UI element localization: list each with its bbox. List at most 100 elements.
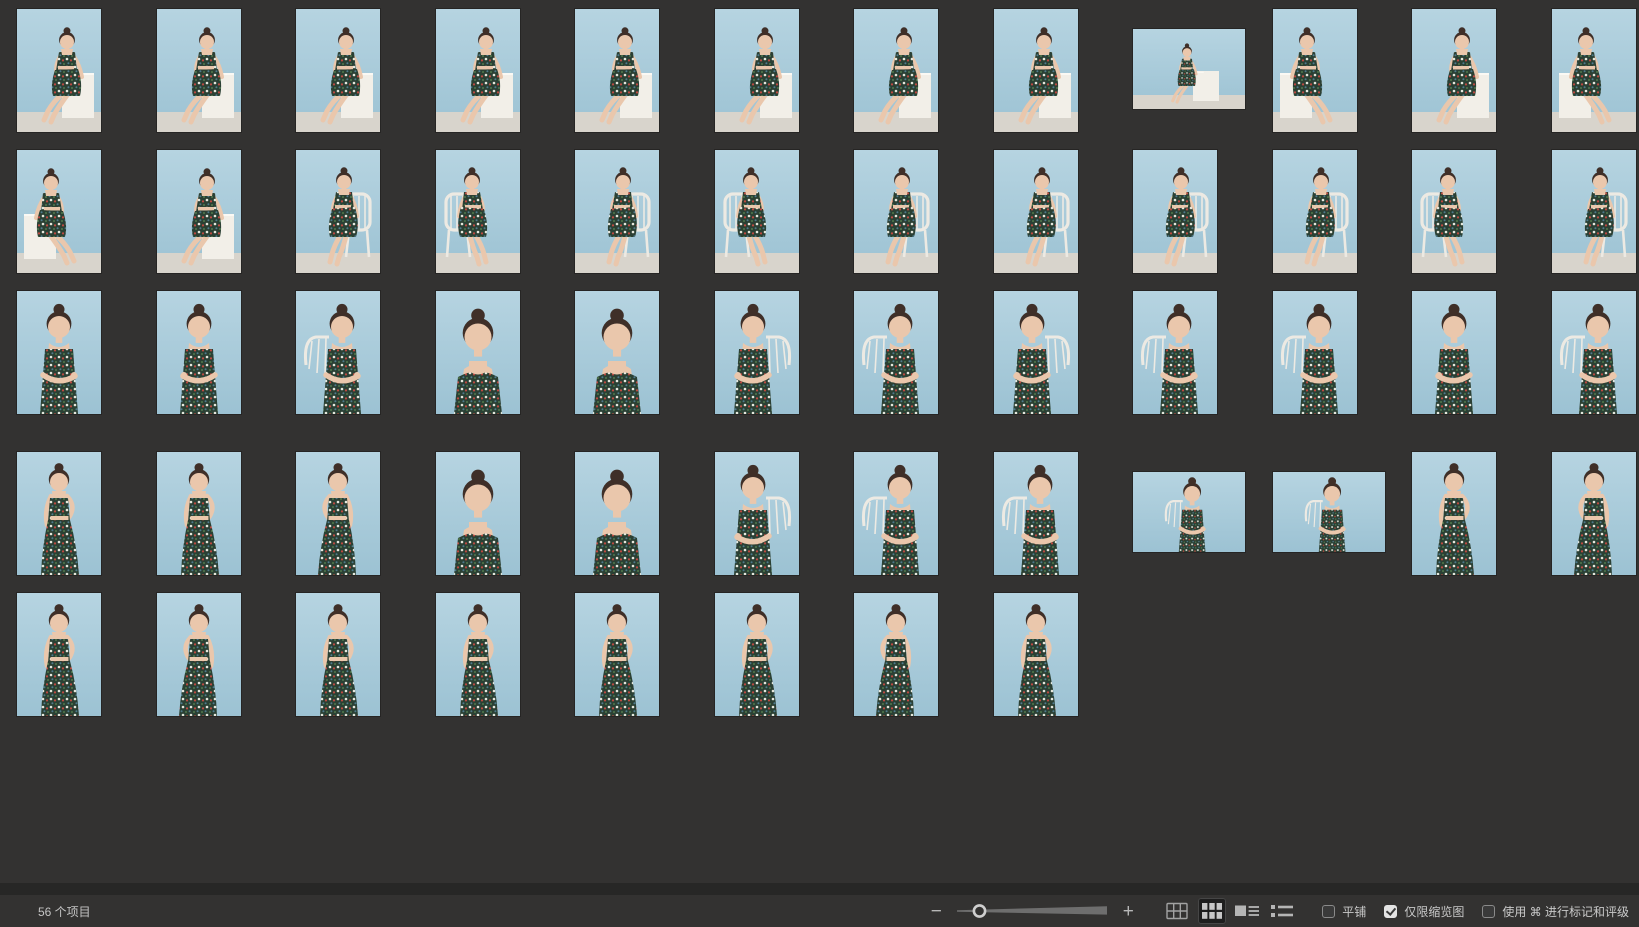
photo-thumbnail[interactable] [1412,9,1496,132]
photo-thumbnail[interactable] [296,291,380,414]
checkbox [1482,905,1495,918]
photo-thumbnail[interactable] [994,9,1078,132]
zoom-out-button[interactable]: − [927,902,945,921]
photo-figure [854,593,938,716]
photo-thumbnail[interactable] [296,593,380,716]
photo-thumbnail[interactable] [1273,472,1385,552]
photo-thumbnail[interactable] [575,9,659,132]
photo-figure [854,291,938,414]
photo-figure [436,9,520,132]
photo-thumbnail[interactable] [994,452,1078,575]
photo-figure [575,291,659,414]
photo-thumbnail[interactable] [1552,9,1636,132]
photo-figure [296,291,380,414]
status-bar: 56 个项目 − + [0,895,1639,927]
details-view-icon [1235,903,1259,919]
photo-thumbnail[interactable] [157,593,241,716]
photo-figure [1552,9,1636,132]
photo-thumbnail[interactable] [436,593,520,716]
photo-thumbnail[interactable] [1133,29,1245,109]
photo-thumbnail[interactable] [854,9,938,132]
photo-figure [715,9,799,132]
checkbox-label: 平铺 [1342,903,1366,920]
photo-thumbnail[interactable] [436,9,520,132]
zoom-in-button[interactable]: + [1119,902,1137,921]
photo-thumbnail[interactable] [17,593,101,716]
photo-figure [157,291,241,414]
photo-thumbnail[interactable] [157,9,241,132]
grid-view-button[interactable] [1163,898,1191,924]
photo-figure [157,9,241,132]
photo-thumbnail[interactable] [994,291,1078,414]
statusbar-options: 平铺 仅限缩览图 使用 ⌘ 进行标记和评级 [1322,903,1629,920]
option-checkbox-group[interactable]: 仅限缩览图 [1384,903,1464,920]
photo-thumbnail[interactable] [715,150,799,273]
photo-figure [1412,150,1496,273]
photo-thumbnail[interactable] [436,452,520,575]
photo-figure [575,593,659,716]
photo-thumbnail[interactable] [854,150,938,273]
photo-thumbnail[interactable] [715,9,799,132]
photo-thumbnail[interactable] [17,150,101,273]
details-view-button[interactable] [1233,898,1261,924]
photo-thumbnail[interactable] [1133,291,1217,414]
photo-figure [994,593,1078,716]
photo-thumbnail[interactable] [17,9,101,132]
zoom-slider-knob[interactable] [974,905,985,916]
photo-thumbnail[interactable] [715,452,799,575]
photo-thumbnail[interactable] [1552,150,1636,273]
checkbox [1384,905,1397,918]
photo-thumbnail[interactable] [296,150,380,273]
photo-thumbnail[interactable] [1273,291,1357,414]
photo-thumbnail[interactable] [575,150,659,273]
photo-thumbnail[interactable] [296,452,380,575]
list-view-icon [1271,904,1293,918]
photo-thumbnail[interactable] [1133,472,1245,552]
photo-thumbnail[interactable] [157,452,241,575]
thumbnails-view-button[interactable] [1198,898,1226,924]
photo-thumbnail[interactable] [854,593,938,716]
zoom-slider[interactable] [957,901,1107,921]
photo-figure [17,593,101,716]
photo-thumbnail[interactable] [1273,9,1357,132]
thumbnail-grid [0,0,1639,883]
photo-thumbnail[interactable] [1412,452,1496,575]
photo-thumbnail[interactable] [436,150,520,273]
photo-thumbnail[interactable] [1412,150,1496,273]
photo-thumbnail[interactable] [1273,150,1357,273]
photo-thumbnail[interactable] [436,291,520,414]
list-view-button[interactable] [1268,898,1296,924]
photo-thumbnail[interactable] [1552,291,1636,414]
photo-figure [575,150,659,273]
option-checkbox-group[interactable]: 平铺 [1322,903,1366,920]
photo-thumbnail[interactable] [854,291,938,414]
photo-figure [296,452,380,575]
photo-thumbnail[interactable] [17,452,101,575]
photo-thumbnail[interactable] [715,291,799,414]
photo-figure [436,150,520,273]
photo-thumbnail[interactable] [715,593,799,716]
photo-thumbnail[interactable] [17,291,101,414]
photo-figure [1412,291,1496,414]
photo-figure [296,9,380,132]
photo-thumbnail[interactable] [1133,150,1217,273]
photo-figure [17,150,101,273]
photo-figure [715,452,799,575]
photo-thumbnail[interactable] [854,452,938,575]
photo-thumbnail[interactable] [1412,291,1496,414]
thumbnails-view-icon [1202,903,1222,919]
item-count-label: 56 个项目 [38,903,91,920]
option-checkbox-group[interactable]: 使用 ⌘ 进行标记和评级 [1482,903,1629,920]
photo-thumbnail[interactable] [575,452,659,575]
photo-thumbnail[interactable] [157,291,241,414]
photo-figure [1133,150,1217,273]
photo-figure [994,452,1078,575]
photo-thumbnail[interactable] [994,150,1078,273]
photo-thumbnail[interactable] [1552,452,1636,575]
photo-thumbnail[interactable] [575,593,659,716]
photo-thumbnail[interactable] [296,9,380,132]
photo-thumbnail[interactable] [994,593,1078,716]
photo-thumbnail[interactable] [575,291,659,414]
photo-figure [1273,150,1357,273]
photo-thumbnail[interactable] [157,150,241,273]
